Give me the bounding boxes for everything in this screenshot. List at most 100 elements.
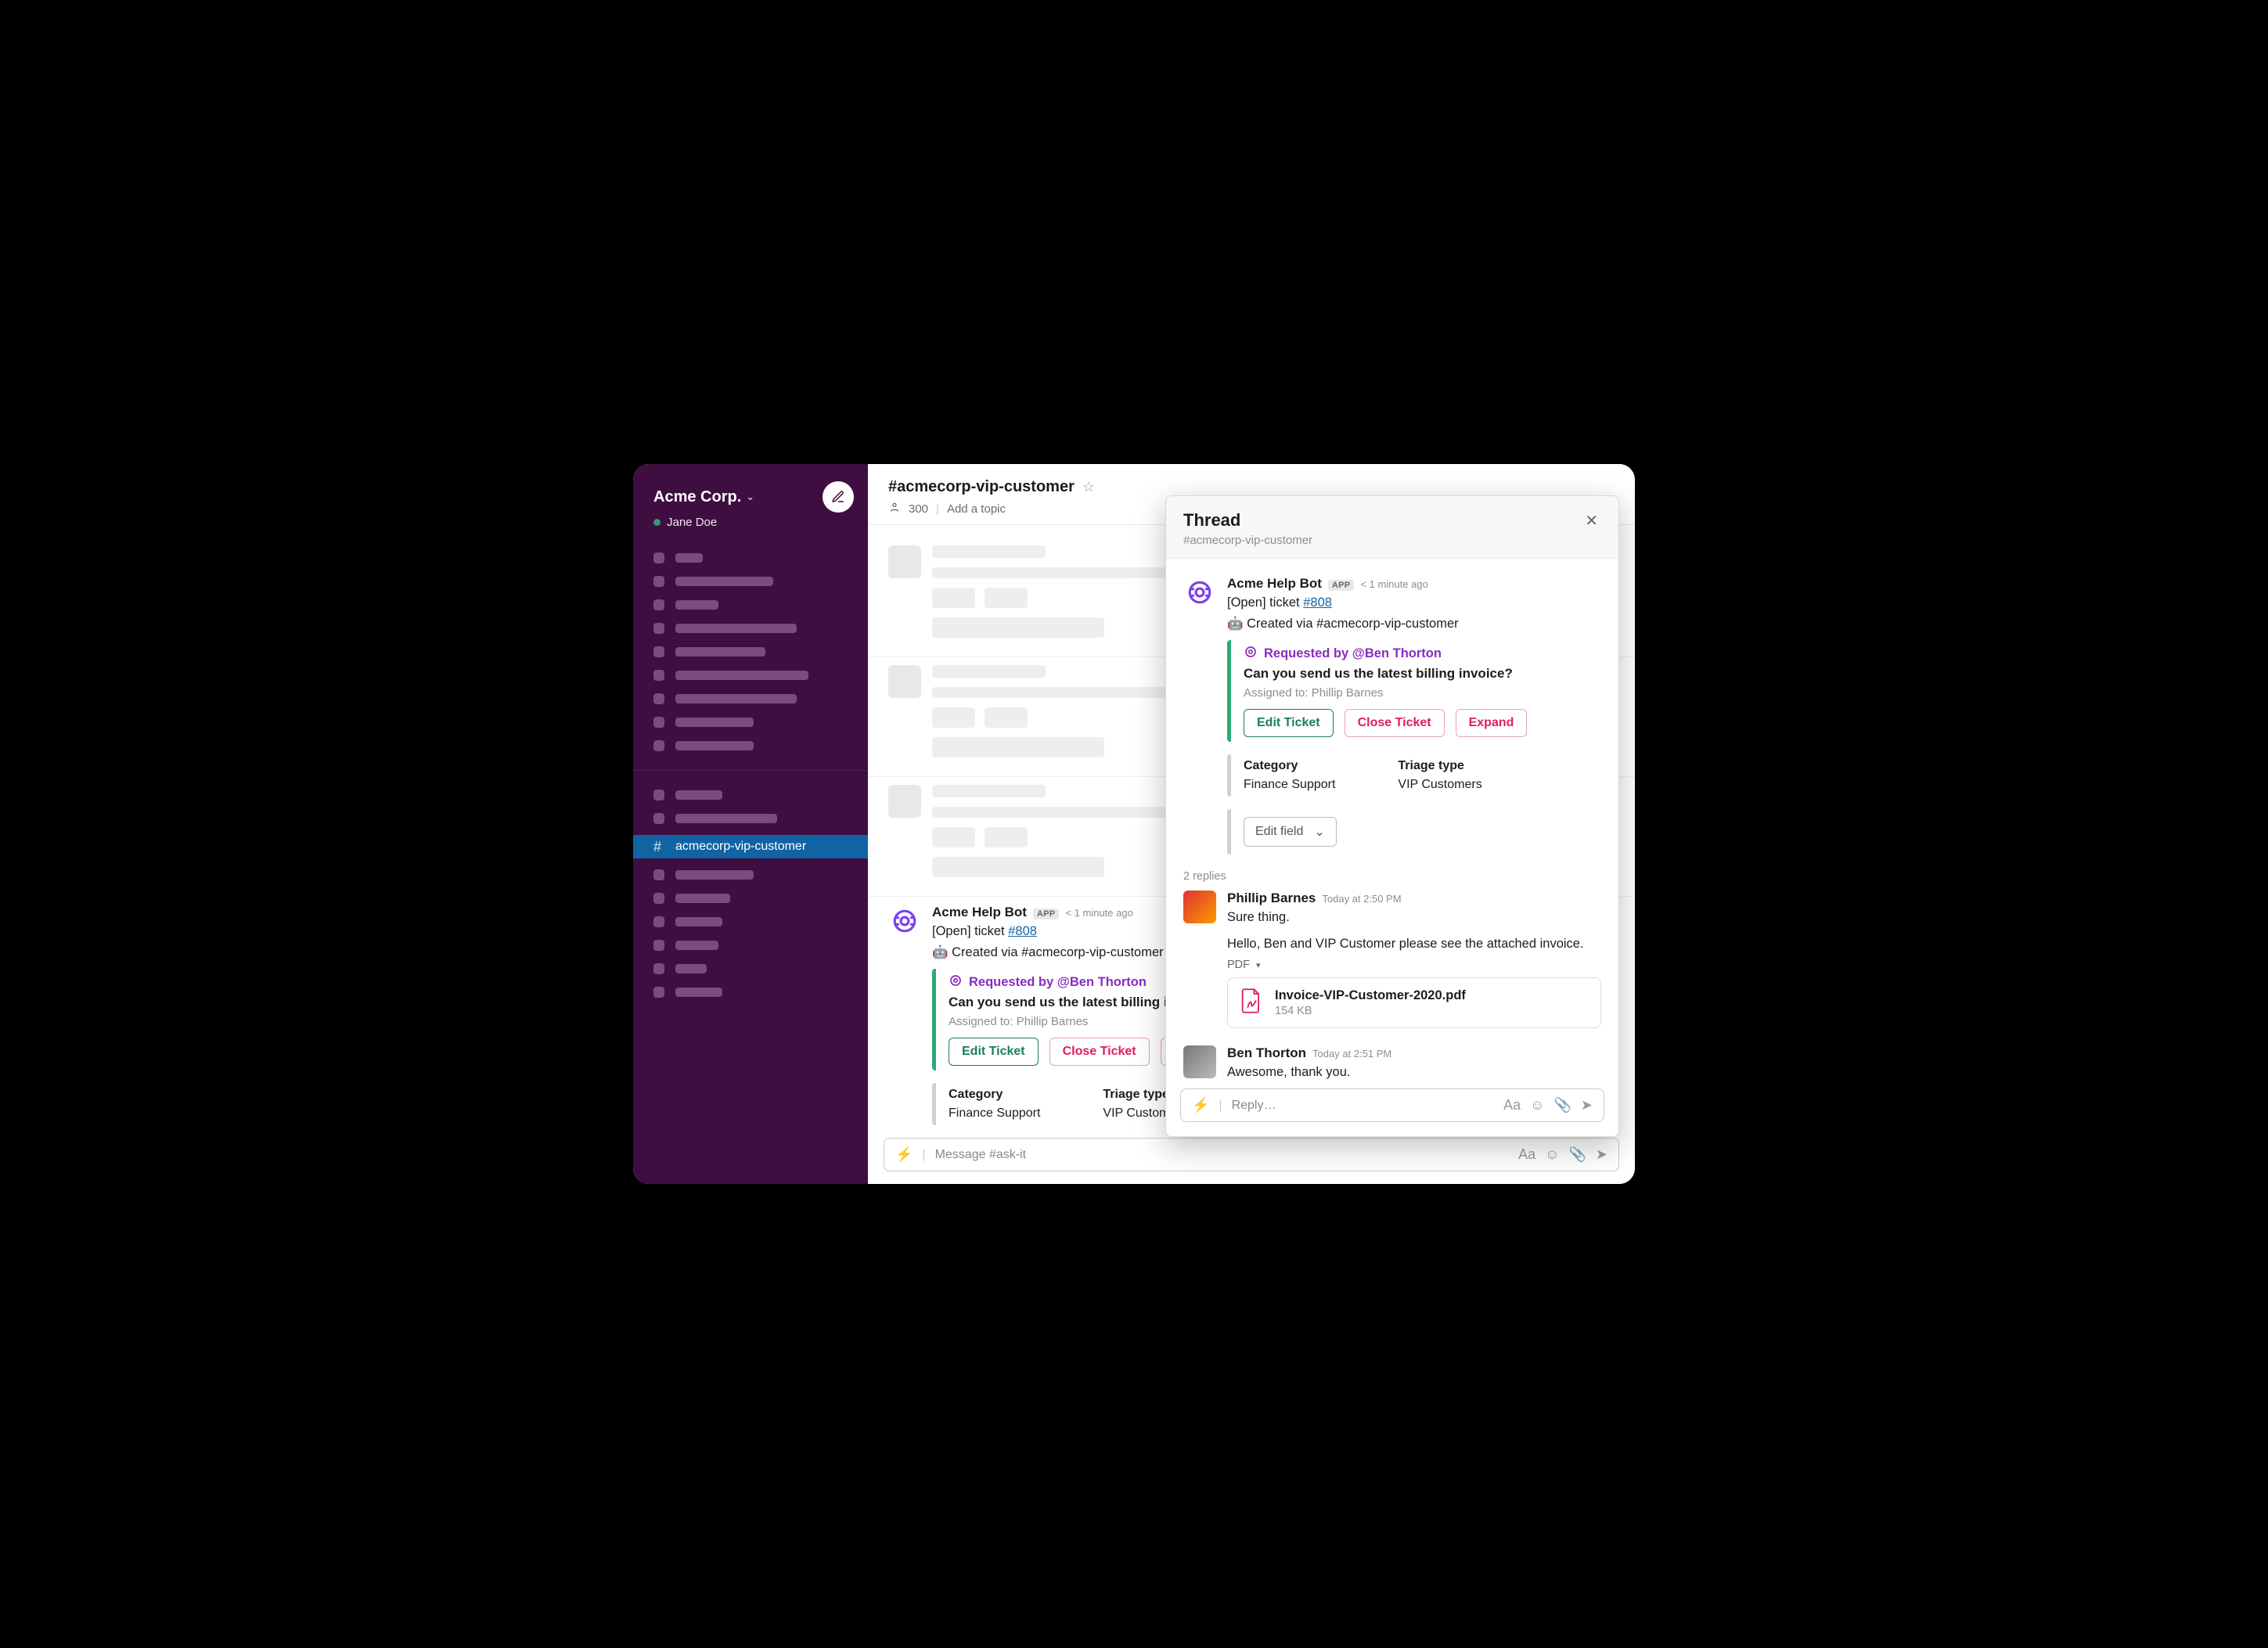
nav-item-placeholder[interactable] <box>633 664 868 687</box>
placeholder-icon <box>653 670 664 681</box>
placeholder-icon <box>653 646 664 657</box>
nav-item-placeholder[interactable] <box>633 640 868 664</box>
compose-button[interactable] <box>823 481 854 513</box>
lifering-icon <box>1244 645 1258 663</box>
channel-item-selected[interactable]: # acmecorp-vip-customer <box>633 835 868 858</box>
triage-label: Triage type <box>1398 759 1481 773</box>
nav-item-placeholder[interactable] <box>633 617 868 640</box>
created-via-prefix: 🤖 Created via <box>1227 617 1316 631</box>
placeholder-label <box>675 894 730 903</box>
ticket-link[interactable]: #808 <box>1008 924 1037 938</box>
ticket-link[interactable]: #808 <box>1303 596 1332 610</box>
file-size: 154 KB <box>1275 1005 1466 1017</box>
nav-item-placeholder[interactable] <box>633 546 868 570</box>
close-ticket-button[interactable]: Close Ticket <box>1345 709 1445 737</box>
close-icon[interactable]: ✕ <box>1582 510 1601 532</box>
placeholder-label <box>675 577 773 586</box>
workspace-name: Acme Corp. <box>653 488 741 506</box>
close-ticket-button[interactable]: Close Ticket <box>1049 1038 1150 1066</box>
composer-placeholder: Message #ask-it <box>935 1148 1027 1162</box>
format-icon[interactable]: Aa <box>1503 1097 1521 1114</box>
nav-item-placeholder[interactable] <box>633 687 868 711</box>
file-attachment[interactable]: Invoice-VIP-Customer-2020.pdf 154 KB <box>1227 977 1601 1028</box>
created-via-prefix: 🤖 Created via <box>932 945 1021 959</box>
emoji-icon[interactable]: ☺ <box>1545 1146 1559 1163</box>
reply-text: Awesome, thank you. <box>1227 1063 1601 1081</box>
reply-timestamp: Today at 2:51 PM <box>1312 1048 1391 1060</box>
nav-item-placeholder[interactable] <box>633 711 868 734</box>
message-timestamp: < 1 minute ago <box>1360 578 1427 590</box>
nav-item-placeholder[interactable] <box>633 593 868 617</box>
placeholder-icon <box>653 576 664 587</box>
ticket-status-prefix: [Open] ticket <box>1227 596 1303 610</box>
message-author: Acme Help Bot <box>932 905 1027 920</box>
nav-item-placeholder[interactable] <box>633 981 868 1004</box>
thread-channel: #acmecorp-vip-customer <box>1183 534 1312 547</box>
lightning-icon[interactable]: ⚡ <box>895 1146 913 1163</box>
nav-section-a <box>633 542 868 762</box>
nav-item-placeholder[interactable] <box>633 570 868 593</box>
message-composer[interactable]: ⚡ | Message #ask-it Aa ☺ 📎 ➤ <box>884 1138 1619 1171</box>
sidebar: Acme Corp. ⌄ Jane Doe # acmecorp-vip-cus… <box>633 464 868 1184</box>
placeholder-label <box>675 917 722 927</box>
nav-item-placeholder[interactable] <box>633 734 868 757</box>
send-icon[interactable]: ➤ <box>1596 1146 1607 1163</box>
placeholder-icon <box>653 940 664 951</box>
ticket-attachment: Requested by @Ben Thorton Can you send u… <box>1227 640 1601 742</box>
nav-item-placeholder[interactable] <box>633 783 868 807</box>
placeholder-label <box>675 870 754 880</box>
created-via-channel: #acmecorp-vip-customer <box>1316 617 1459 631</box>
member-count[interactable]: 300 <box>909 502 928 516</box>
emoji-icon[interactable]: ☺ <box>1530 1097 1544 1114</box>
nav-item-placeholder[interactable] <box>633 957 868 981</box>
chevron-down-icon: ⌄ <box>1314 824 1324 840</box>
star-icon[interactable]: ☆ <box>1082 479 1095 495</box>
placeholder-label <box>675 964 707 973</box>
category-label: Category <box>949 1088 1040 1102</box>
user-avatar <box>1183 891 1216 923</box>
separator: | <box>936 502 939 516</box>
placeholder-label <box>675 718 754 727</box>
format-icon[interactable]: Aa <box>1518 1146 1535 1163</box>
expand-button[interactable]: Expand <box>1456 709 1528 737</box>
nav-item-placeholder[interactable] <box>633 934 868 957</box>
nav-item-placeholder[interactable] <box>633 910 868 934</box>
thread-parent-message: Acme Help Bot APP < 1 minute ago [Open] … <box>1166 570 1618 865</box>
send-icon[interactable]: ➤ <box>1581 1097 1593 1114</box>
category-value: Finance Support <box>1244 778 1335 792</box>
thread-reply-composer[interactable]: ⚡ | Reply… Aa ☺ 📎 ➤ <box>1180 1088 1604 1122</box>
lightning-icon[interactable]: ⚡ <box>1192 1097 1209 1114</box>
compose-icon <box>831 490 845 504</box>
members-icon <box>888 501 901 516</box>
avatar-placeholder <box>888 545 921 578</box>
attach-icon[interactable]: 📎 <box>1553 1097 1571 1114</box>
attach-icon[interactable]: 📎 <box>1568 1146 1586 1163</box>
add-topic[interactable]: Add a topic <box>947 502 1006 516</box>
edit-field-select[interactable]: Edit field ⌄ <box>1244 817 1337 847</box>
workspace-switcher[interactable]: Acme Corp. ⌄ <box>653 488 754 506</box>
reply-author: Phillip Barnes <box>1227 891 1316 906</box>
thread-panel: Thread #acmecorp-vip-customer ✕ Acme Hel… <box>1165 495 1619 1137</box>
placeholder-label <box>675 814 777 823</box>
lifering-icon <box>949 973 963 991</box>
triage-value: VIP Customers <box>1398 778 1481 792</box>
avatar-placeholder <box>888 665 921 698</box>
attachment-type-row[interactable]: PDF ▾ <box>1227 959 1601 971</box>
nav-item-placeholder[interactable] <box>633 863 868 887</box>
nav-item-placeholder[interactable] <box>633 887 868 910</box>
thread-reply: Ben Thorton Today at 2:51 PM Awesome, th… <box>1166 1039 1618 1081</box>
ticket-title: Can you send us the latest billing invoi… <box>1244 666 1601 682</box>
nav-item-placeholder[interactable] <box>633 807 868 830</box>
category-label: Category <box>1244 759 1335 773</box>
edit-ticket-button[interactable]: Edit Ticket <box>949 1038 1039 1066</box>
user-avatar <box>1183 1045 1216 1078</box>
pdf-icon <box>1240 988 1262 1018</box>
placeholder-icon <box>653 916 664 927</box>
category-value: Finance Support <box>949 1106 1040 1121</box>
channel-label: acmecorp-vip-customer <box>675 840 806 854</box>
placeholder-label <box>675 624 797 633</box>
bot-avatar <box>1183 576 1216 609</box>
edit-ticket-button[interactable]: Edit Ticket <box>1244 709 1334 737</box>
placeholder-label <box>675 741 754 750</box>
reply-text: Sure thing. <box>1227 908 1601 927</box>
